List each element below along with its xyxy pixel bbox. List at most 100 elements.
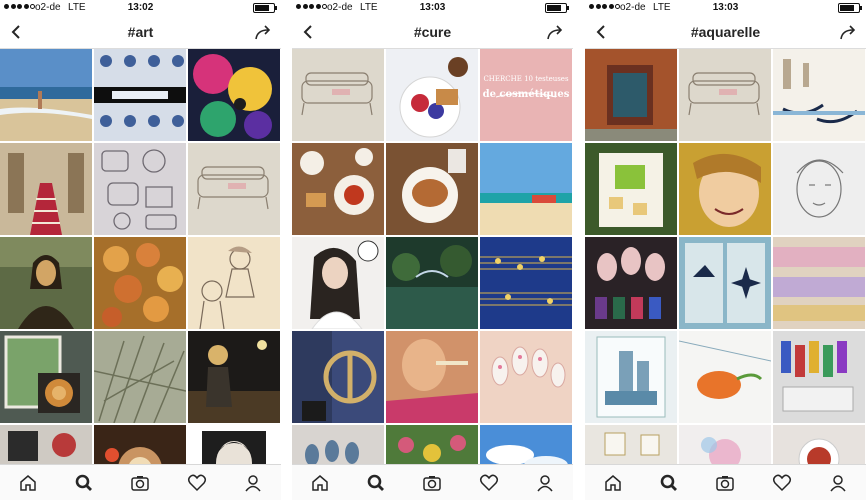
photo-tile-dark-figure[interactable] [188,331,280,423]
tab-activity[interactable] [185,471,209,495]
old-door-photo [585,49,677,141]
heart-icon [772,474,791,491]
photo-tile-breakfast-table[interactable] [292,143,384,235]
photo-tile-venice-gondolas[interactable] [773,49,865,141]
beach-photo [0,49,92,141]
photo-tile-breakfast-plate[interactable] [386,49,478,141]
breakfast-plate-photo [386,49,478,141]
photo-tile-portrait-drawing[interactable] [188,425,280,465]
photo-tile-nails[interactable] [480,331,572,423]
battery-fill [547,5,561,11]
photo-tile-watercolor-carrot[interactable] [679,331,771,423]
photo-tile-sofa-sketch[interactable] [292,49,384,141]
camera-icon [131,475,150,491]
sofa-sketch-photo [292,49,384,141]
photo-tile-nails-grey[interactable] [292,425,384,465]
tab-home[interactable] [308,471,332,495]
photo-tile-floral-drawing[interactable] [679,425,771,465]
paint-tubes-photo [773,331,865,423]
photo-tile-sheet-music[interactable] [480,237,572,329]
share-arrow-icon[interactable] [253,22,273,42]
green-cubes-photo [585,143,677,235]
photo-tile-pink-text-card[interactable]: CHERCHE 10 testeuses de cosmétiques [480,49,572,141]
photo-tile-girl-portrait[interactable] [292,237,384,329]
chevron-left-icon[interactable] [300,23,318,41]
tab-bar [292,464,573,500]
girl-portrait-photo [292,237,384,329]
photo-tile-paint-stripes[interactable] [773,237,865,329]
tab-search[interactable] [72,471,96,495]
tab-camera[interactable] [128,471,152,495]
battery-fill [840,5,854,11]
photo-tile-beach-sky[interactable] [480,143,572,235]
paint-stripes-photo [773,237,865,329]
person-icon [830,474,846,491]
photo-tile-doodle-sketch[interactable] [94,143,186,235]
photo-tile-frames-wall[interactable] [585,425,677,465]
photo-tile-old-door[interactable] [585,49,677,141]
share-arrow-icon[interactable] [545,22,565,42]
navigation-header: #cure [292,16,573,49]
navigation-header: #aquarelle [585,16,866,49]
photo-tile-abstract-colors[interactable] [188,49,280,141]
page-title: #cure [413,24,452,40]
tab-camera[interactable] [713,471,737,495]
photo-tile-pancake[interactable] [386,143,478,235]
tab-search[interactable] [657,471,681,495]
photo-tile-peace-sign-jeans[interactable] [292,331,384,423]
photo-tile-latte-hands[interactable] [94,425,186,465]
photo-tile-garden-pond[interactable] [386,237,478,329]
photo-tile-manga-sketch[interactable] [188,237,280,329]
nails-photo [480,331,572,423]
search-icon [660,474,678,491]
chevron-left-icon[interactable] [8,23,26,41]
tab-activity[interactable] [770,471,794,495]
battery-fill [255,5,269,11]
tab-home[interactable] [601,471,625,495]
photo-tile-paint-tubes[interactable] [773,331,865,423]
photo-tile-sofa-sketch[interactable] [679,49,771,141]
phone-screen-cure: o2-de LTE 13:03 #cure CHERCHE 10 testeus… [292,0,573,500]
photo-tile-tea-cup[interactable] [773,425,865,465]
chevron-left-icon[interactable] [593,23,611,41]
blue-tiles-photo [94,49,186,141]
tab-activity[interactable] [477,471,501,495]
search-icon [75,474,93,491]
photo-tile-face-sketch[interactable] [773,143,865,235]
photo-tile-lion-window[interactable] [0,331,92,423]
photo-tile-sofa-sketch[interactable] [188,143,280,235]
tab-profile[interactable] [826,471,850,495]
photo-tile-painted-face[interactable] [679,143,771,235]
page-title: #art [127,24,154,40]
photo-tile-compass-boat[interactable] [679,237,771,329]
photo-tile-grass[interactable] [94,331,186,423]
photo-tile-girl-drinking[interactable] [386,331,478,423]
photo-tile-green-cubes[interactable] [585,143,677,235]
photo-tile-mona-lisa[interactable] [0,237,92,329]
card-line-2: de cosmétiques [482,89,570,100]
battery-icon [545,3,569,13]
tab-search[interactable] [364,471,388,495]
tab-camera[interactable] [420,471,444,495]
tab-profile[interactable] [533,471,557,495]
lion-window-photo [0,331,92,423]
photo-tile-peaches-painting[interactable] [94,237,186,329]
frames-wall-photo [585,425,677,465]
photo-tile-mural[interactable] [0,425,92,465]
clouds-photo [480,425,572,465]
photo-tile-garden-flowers[interactable] [386,425,478,465]
share-arrow-icon[interactable] [838,22,858,42]
status-bar: o2-de LTE 13:02 [0,0,281,16]
tab-home[interactable] [16,471,40,495]
girl-drinking-photo [386,331,478,423]
photo-tile-palace-hall[interactable] [0,143,92,235]
photo-tile-nail-polish[interactable] [585,237,677,329]
hashtag-photo-grid [0,49,281,465]
battery-icon [838,3,862,13]
watercolor-carrot-photo [679,331,771,423]
photo-tile-blue-tiles[interactable] [94,49,186,141]
photo-tile-beach[interactable] [0,49,92,141]
photo-tile-castle-sketch[interactable] [585,331,677,423]
photo-tile-clouds[interactable] [480,425,572,465]
tab-profile[interactable] [241,471,265,495]
